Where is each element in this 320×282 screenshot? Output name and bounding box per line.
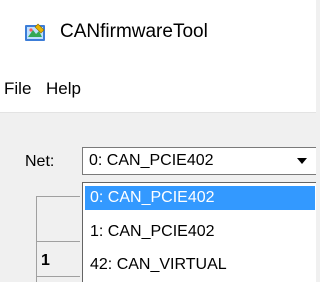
title-bar: CANfirmwareTool <box>0 0 316 68</box>
menu-bar: File Help <box>0 68 316 113</box>
menu-help[interactable]: Help <box>46 78 81 100</box>
grid-row-header[interactable]: 1 <box>37 242 80 277</box>
net-label: Net: <box>25 153 55 170</box>
net-combobox[interactable]: 0: CAN_PCIE402 <box>82 147 316 175</box>
net-dropdown-list[interactable]: 0: CAN_PCIE402 1: CAN_PCIE402 42: CAN_VI… <box>82 182 316 282</box>
net-option[interactable]: 42: CAN_VIRTUAL <box>85 253 315 277</box>
app-tool-icon <box>25 23 45 41</box>
net-option[interactable]: 1: CAN_PCIE402 <box>85 220 315 244</box>
grid-corner-header[interactable] <box>37 197 80 242</box>
chevron-down-icon[interactable] <box>286 149 317 173</box>
grid-row-number: 1 <box>41 252 50 269</box>
net-combobox-value: 0: CAN_PCIE402 <box>89 152 214 169</box>
net-option[interactable]: 0: CAN_PCIE402 <box>85 186 315 210</box>
menu-file[interactable]: File <box>4 78 31 100</box>
window-title: CANfirmwareTool <box>60 21 208 42</box>
data-grid: 1 <box>36 196 80 282</box>
